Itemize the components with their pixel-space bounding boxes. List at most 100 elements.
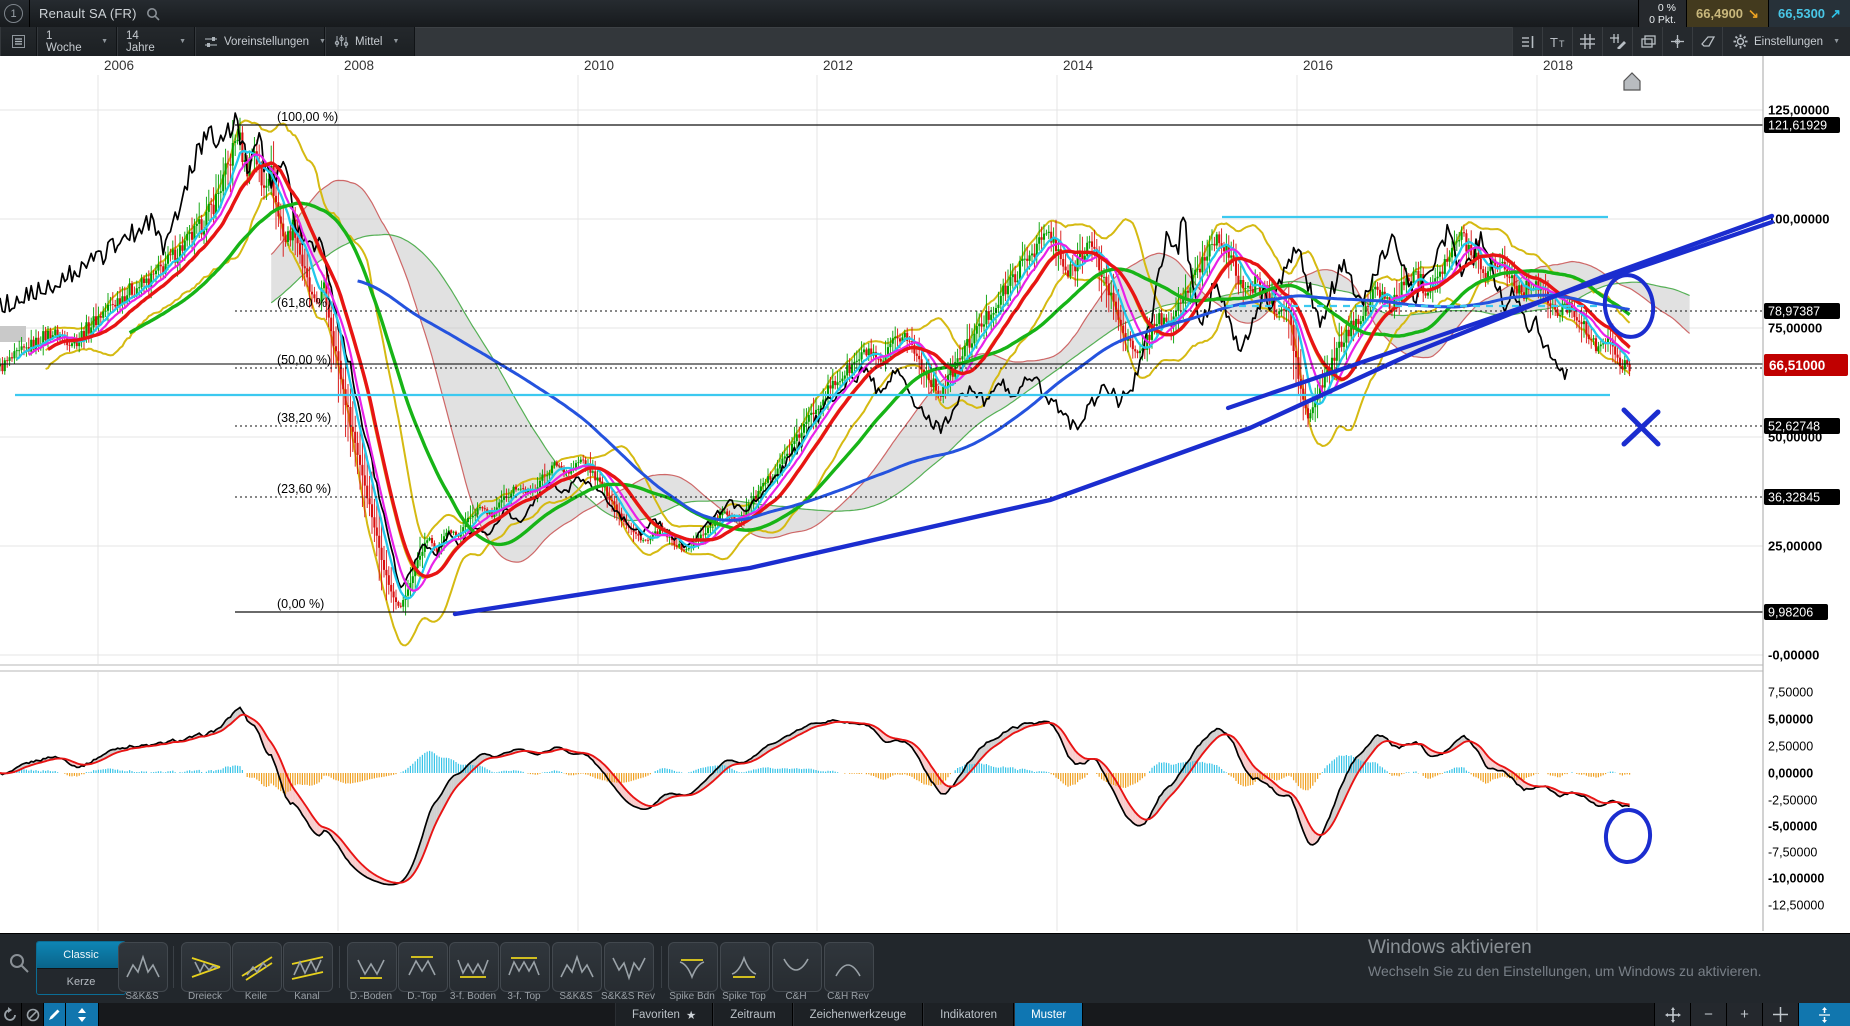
fib-label: (61,80 %) <box>277 296 331 310</box>
trading-app-window: { "window": { "instrument_badge": "1", "… <box>0 0 1850 1026</box>
pattern-button-channel[interactable]: .g{fill:none;stroke:#9aa2a8;stroke-width… <box>283 942 333 992</box>
sort-arrows-icon[interactable] <box>66 1003 99 1026</box>
grid-edit-icon[interactable] <box>1602 27 1632 56</box>
pattern-button-hs-rev[interactable]: .g{fill:none;stroke:#9aa2a8;stroke-width… <box>604 942 654 992</box>
chart-style-dropdown[interactable]: Mittel ▼ <box>325 27 415 56</box>
crosshair-mode-icon[interactable] <box>1762 1003 1798 1026</box>
chart-toolbar: 1 Woche▼ 14 Jahre▼ Voreinstellungen▼ Mit… <box>0 27 1850 57</box>
year-label: 2006 <box>104 58 134 73</box>
pattern-search-icon[interactable] <box>8 952 30 979</box>
double-top-icon <box>409 957 435 975</box>
bid-down-arrow-icon: ↘ <box>1748 6 1759 22</box>
year-label: 2018 <box>1543 58 1573 73</box>
pattern-button-wedge[interactable]: .g{fill:none;stroke:#9aa2a8;stroke-width… <box>232 942 282 992</box>
presets-value: Voreinstellungen <box>224 36 309 48</box>
toolbar-separator <box>339 946 340 988</box>
toolbar-separator <box>661 946 662 988</box>
change-points: 0 Pkt. <box>1649 14 1676 26</box>
zoom-in-button[interactable]: + <box>1726 1003 1762 1026</box>
grid-icon[interactable] <box>1572 27 1602 56</box>
tab-muster[interactable]: Muster <box>1014 1003 1083 1026</box>
classic-style-button[interactable]: Classic <box>37 942 125 968</box>
triangle-icon <box>192 958 220 977</box>
macd-axis-label: 7,50000 <box>1768 686 1813 700</box>
chevron-down-icon: ▼ <box>392 38 399 45</box>
tab-label: Muster <box>1031 1009 1066 1021</box>
year-label: 2014 <box>1063 58 1094 73</box>
pattern-button-triple-bottom[interactable]: .g{fill:none;stroke:#9aa2a8;stroke-width… <box>449 942 499 992</box>
pattern-button-hs[interactable]: .g{fill:none;stroke:#9aa2a8;stroke-width… <box>552 942 602 992</box>
pattern-button-spike-top[interactable]: .g{fill:none;stroke:#9aa2a8;stroke-width… <box>720 942 770 992</box>
toolbar-separator <box>173 946 174 988</box>
fib-label: (100,00 %) <box>277 110 338 124</box>
search-icon[interactable] <box>145 6 161 22</box>
wedge-icon <box>242 957 272 980</box>
svg-text:121,61929: 121,61929 <box>1768 119 1827 133</box>
svg-text:52,62748: 52,62748 <box>1768 420 1820 434</box>
price-chart-canvas[interactable]: 2006200820102012201420162018(100,00 %)(6… <box>0 56 1850 933</box>
period-dropdown[interactable]: 1 Woche ▼ <box>37 27 117 56</box>
price-axis-label: 100,00000 <box>1768 212 1829 227</box>
settings-button[interactable]: Einstellungen ▼ <box>1722 27 1850 56</box>
chevron-down-icon: ▼ <box>101 38 108 45</box>
windows-layout-icon[interactable] <box>1632 27 1662 56</box>
disable-drawing-icon[interactable] <box>22 1003 44 1026</box>
pattern-button-triple-top[interactable]: .g{fill:none;stroke:#9aa2a8;stroke-width… <box>500 942 550 992</box>
move-chart-icon[interactable] <box>1654 1003 1690 1026</box>
range-dropdown[interactable]: 14 Jahre▼ <box>117 27 195 56</box>
tab-zeitraum[interactable]: Zeitraum <box>713 1003 792 1026</box>
fib-label: (50,00 %) <box>277 353 331 367</box>
svg-text:66,51000: 66,51000 <box>1769 358 1825 373</box>
hs-icon <box>561 957 593 977</box>
year-label: 2012 <box>823 58 853 73</box>
undo-rotate-icon[interactable] <box>0 1003 22 1026</box>
pattern-button-hs[interactable]: .g{fill:none;stroke:#9aa2a8;stroke-width… <box>118 942 168 992</box>
pattern-button-cup[interactable]: .g{fill:none;stroke:#9aa2a8;stroke-width… <box>772 942 822 992</box>
pattern-button-triangle[interactable]: .g{fill:none;stroke:#9aa2a8;stroke-width… <box>181 942 231 992</box>
chevron-down-icon: ▼ <box>1833 38 1840 45</box>
crosshair-pointer-icon[interactable] <box>1662 27 1692 56</box>
watermark-subtitle: Wechseln Sie zu den Einstellungen, um Wi… <box>1368 963 1762 979</box>
bid-quote-button[interactable]: 66,4900 ↘ <box>1686 0 1768 27</box>
bottom-tabs: Favoriten★ZeitraumZeichenwerkzeuge Indika… <box>615 1003 1083 1026</box>
change-percent: 0 % <box>1658 2 1676 14</box>
period-value: 1 Woche <box>46 30 91 54</box>
status-right-icons: − + <box>1654 1003 1850 1026</box>
macd-axis-label: -12,50000 <box>1768 899 1824 913</box>
pencil-tool-icon[interactable] <box>44 1003 66 1026</box>
ask-quote-button[interactable]: 66,5300 ↗ <box>1768 0 1850 27</box>
toolbar-icon-strip: TT Einstellungen ▼ <box>1512 27 1850 56</box>
text-tool-icon[interactable]: TT <box>1542 27 1572 56</box>
bid-price: 66,4900 <box>1696 6 1743 21</box>
year-label: 2010 <box>584 58 614 73</box>
chevron-down-icon: ▼ <box>179 38 186 45</box>
macd-axis-label: 2,50000 <box>1768 740 1813 754</box>
pattern-button-double-bottom[interactable]: .g{fill:none;stroke:#9aa2a8;stroke-width… <box>347 942 397 992</box>
sliders-icon <box>204 36 218 48</box>
double-bottom-icon <box>358 960 384 978</box>
svg-text:T: T <box>1559 39 1565 49</box>
title-bar: 1 Renault SA (FR) 0 % 0 Pkt. 66,4900 ↘ 6… <box>0 0 1850 28</box>
pattern-button-cup-rev[interactable]: .g{fill:none;stroke:#9aa2a8;stroke-width… <box>824 942 874 992</box>
auto-scale-button[interactable] <box>1798 1003 1850 1026</box>
fib-label: (23,60 %) <box>277 482 331 496</box>
style-value: Mittel <box>355 36 382 48</box>
channel-icon <box>292 957 323 979</box>
triple-bottom-icon <box>458 960 488 977</box>
pattern-button-double-top[interactable]: .g{fill:none;stroke:#9aa2a8;stroke-width… <box>398 942 448 992</box>
cup-rev-icon <box>836 965 860 976</box>
ask-up-arrow-icon: ↗ <box>1830 6 1841 22</box>
tab-label: Indikatoren <box>940 1009 997 1021</box>
price-axis-label: -0,00000 <box>1768 648 1819 663</box>
eraser-icon[interactable] <box>1692 27 1722 56</box>
zoom-out-button[interactable]: − <box>1690 1003 1726 1026</box>
tab-favoriten[interactable]: Favoriten★ <box>615 1003 713 1026</box>
tab-zeichenwerkzeuge[interactable]: Zeichenwerkzeuge <box>793 1003 924 1026</box>
tab-label: Favoriten <box>632 1009 680 1021</box>
spike-bottom-icon <box>680 960 704 977</box>
order-book-icon[interactable] <box>1512 27 1542 56</box>
presets-dropdown[interactable]: Voreinstellungen▼ <box>195 27 325 56</box>
pattern-button-spike-bottom[interactable]: .g{fill:none;stroke:#9aa2a8;stroke-width… <box>668 942 718 992</box>
tab-indikatoren[interactable]: Indikatoren <box>923 1003 1014 1026</box>
chart-list-button[interactable] <box>0 27 37 56</box>
